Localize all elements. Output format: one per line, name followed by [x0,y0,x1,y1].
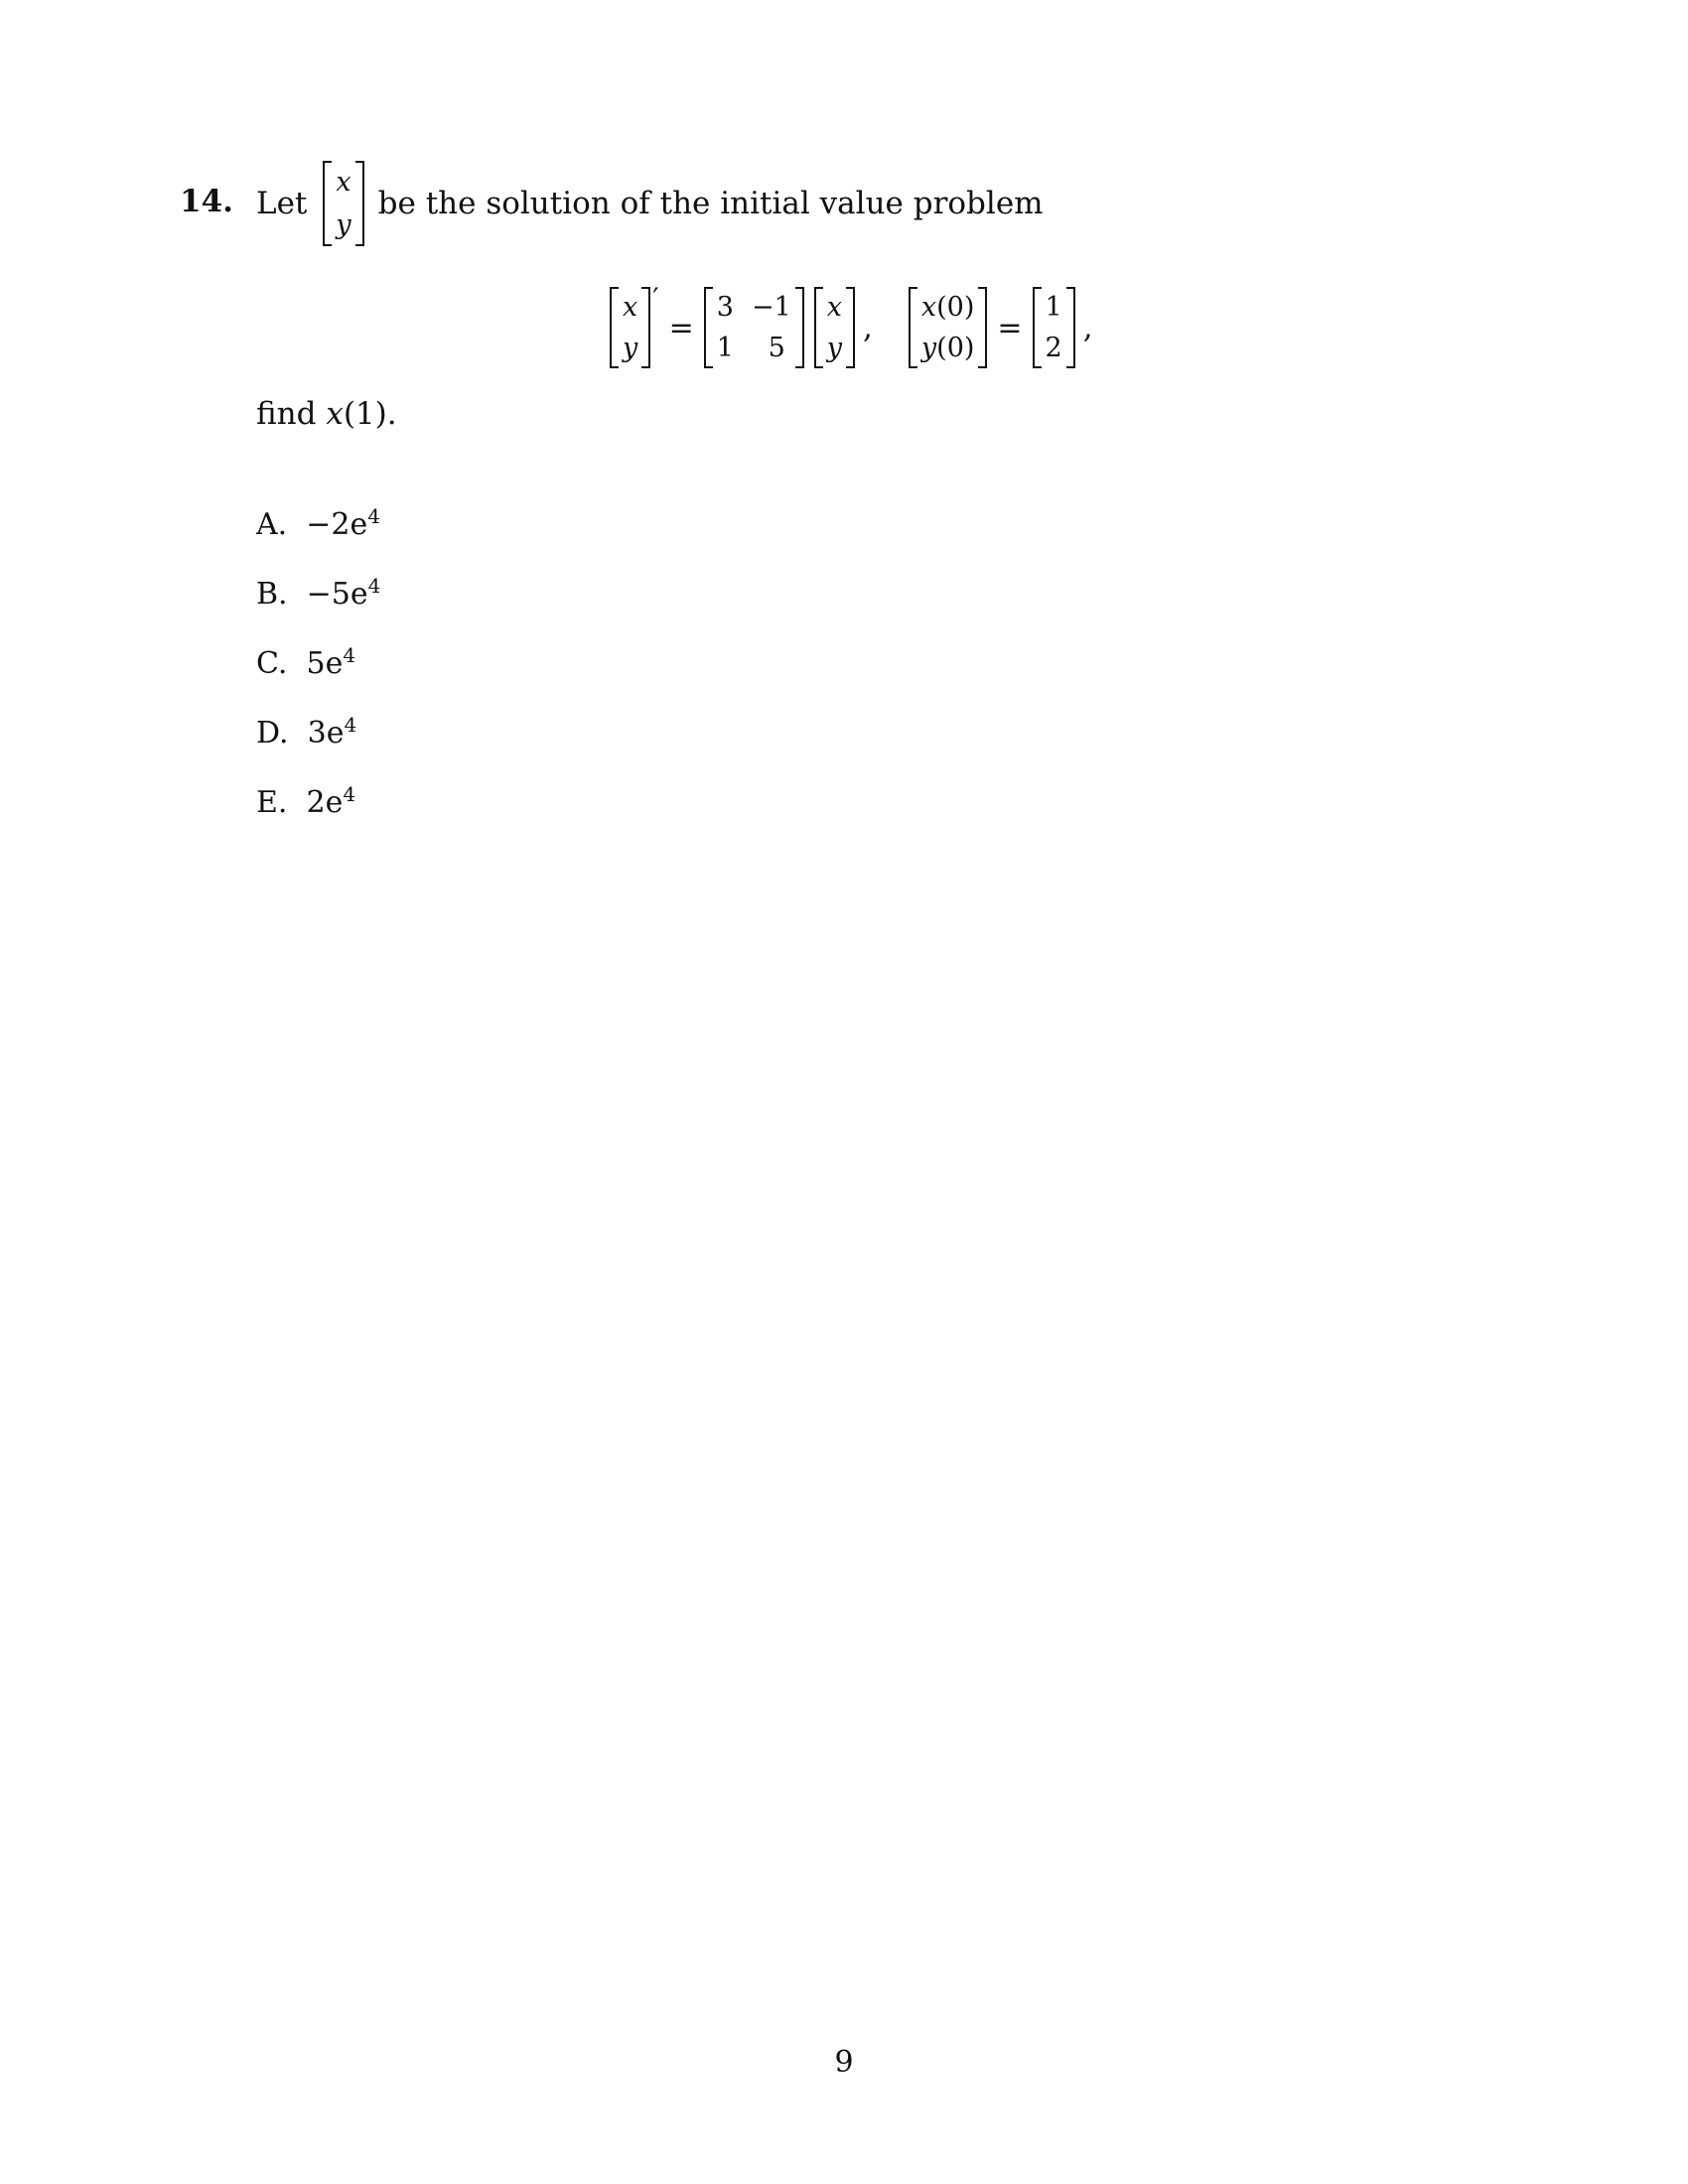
choice-value: −2e [306,507,368,542]
lhs-y: y [623,332,638,363]
choice-value: −5e [306,577,368,612]
initial-value-equation: x y ′ = 3 1 −1 5 x y , x(0) y(0) = 1 2 , [610,278,1093,377]
initial-condition-vector: x(0) y(0) [908,287,988,368]
choice-b[interactable]: B. −5e4 [256,566,380,614]
intro-vector: x y [323,161,364,246]
equals-sign: = [668,310,694,345]
choice-exponent: 4 [367,574,381,598]
initial-x0: x(0) [920,291,975,323]
matrix-a21: 1 [716,332,734,363]
matrix-a12: −1 [751,291,791,323]
choice-label: C. [256,646,288,681]
intro-vector-x: x [336,166,352,198]
choice-c[interactable]: C. 5e4 [256,635,355,684]
choice-label: A. [256,507,288,542]
choice-exponent: 4 [344,713,357,737]
find-variable: x [326,396,344,432]
find-prefix: find [256,396,327,432]
choice-label: B. [256,577,288,612]
derivative-prime: ′ [652,281,659,315]
choice-exponent: 4 [343,643,356,667]
initial-value-1: 1 [1045,291,1062,323]
choice-label: E. [256,785,288,820]
matrix-a11: 3 [716,291,734,323]
intro-vector-y: y [336,208,352,240]
coefficient-matrix: 3 1 −1 5 [703,287,804,368]
initial-y0: y(0) [920,332,975,363]
initial-value-2: 2 [1045,332,1062,363]
matrix-a22: 5 [768,332,785,363]
rhs-vector: x y [813,287,856,368]
comma-2: , [1082,310,1093,345]
page-number: 9 [834,2045,854,2080]
choice-value: 5e [306,646,344,681]
find-suffix: (1). [343,396,397,432]
intro-rest-text: be the solution of the initial value pro… [377,186,1044,221]
lhs-vector: x y [610,287,651,368]
choice-e[interactable]: E. 2e4 [256,774,355,823]
lhs-x: x [623,291,638,323]
choice-label: D. [256,716,289,751]
choice-value: 2e [306,785,344,820]
choice-exponent: 4 [367,504,380,528]
initial-values-vector: 1 2 [1032,287,1075,368]
rhs-x: x [826,291,843,323]
question-number: 14. [180,184,233,219]
rhs-y: y [826,332,843,363]
problem-intro-line: Let x y be the solution of the initial v… [256,159,1044,248]
choice-value: 3e [307,716,345,751]
equals-sign-2: = [997,310,1023,345]
choice-exponent: 4 [343,782,356,806]
choice-d[interactable]: D. 3e4 [256,705,356,753]
find-instruction: find x(1). [256,393,397,435]
choice-a[interactable]: A. −2e4 [256,496,380,545]
comma-1: , [863,310,873,345]
intro-word: Let [256,186,308,221]
